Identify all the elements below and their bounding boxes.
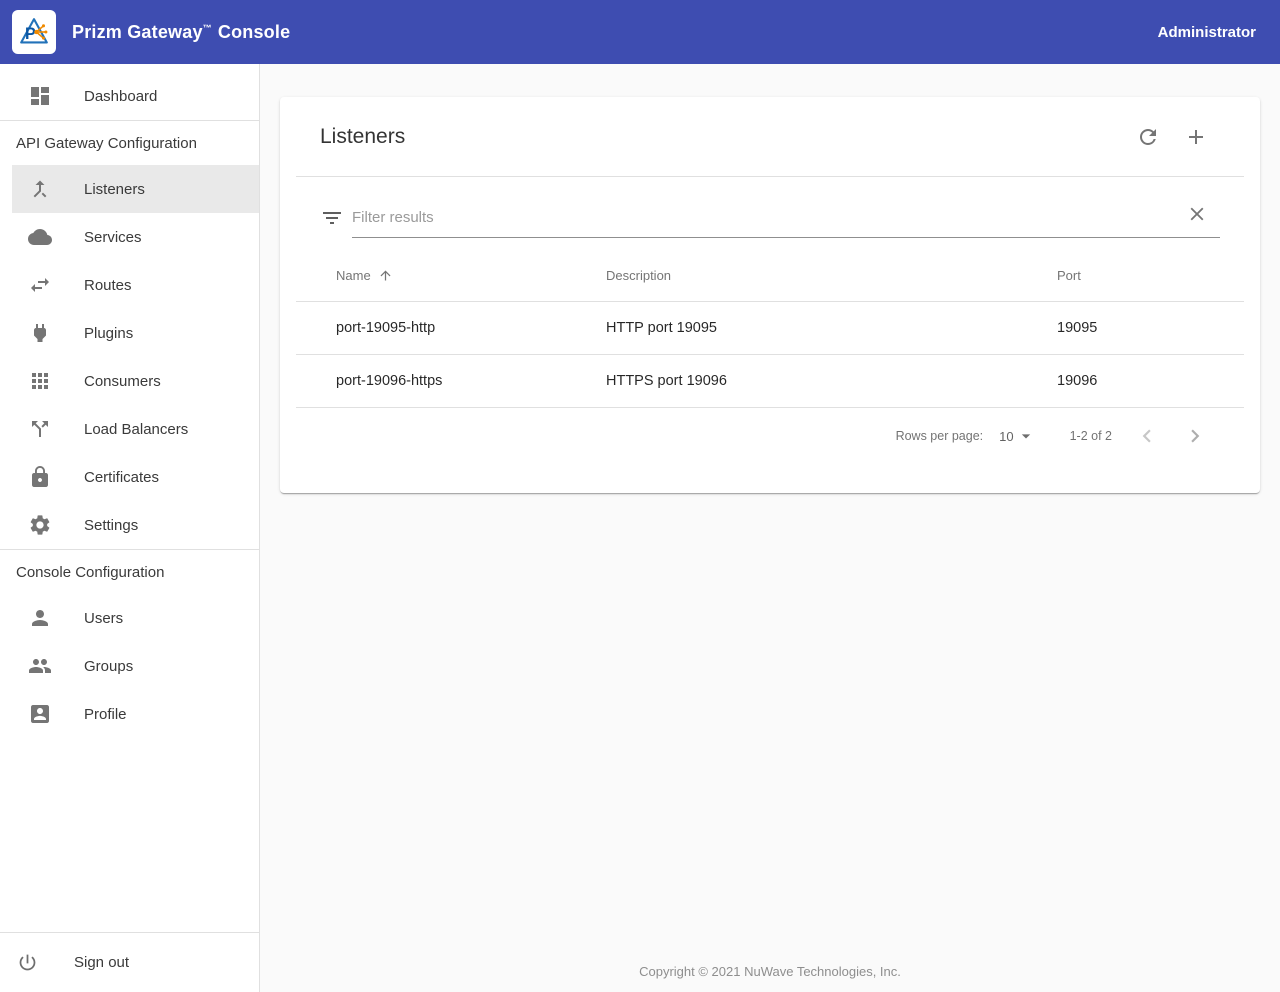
- filter-input[interactable]: [352, 202, 1178, 232]
- sidebar-item-services[interactable]: Services: [0, 213, 259, 261]
- merge-arrows-icon: [28, 177, 52, 201]
- cell-name: port-19095-http: [296, 320, 590, 336]
- chevron-right-icon[interactable]: [1182, 423, 1208, 449]
- app-header: P Prizm Gateway™Console Administrator: [0, 0, 1280, 64]
- rows-per-page-select[interactable]: 10: [999, 426, 1035, 446]
- sidebar-item-routes[interactable]: Routes: [0, 261, 259, 309]
- cell-port: 19095: [1041, 320, 1244, 336]
- cell-description: HTTPS port 19096: [590, 373, 1041, 389]
- call-split-icon: [28, 417, 52, 441]
- cloud-icon: [28, 225, 52, 249]
- chevron-left-icon[interactable]: [1134, 423, 1160, 449]
- sidebar-item-label: Dashboard: [84, 88, 157, 105]
- swap-horizontal-icon: [28, 273, 52, 297]
- table-row[interactable]: port-19096-https HTTPS port 19096 19096: [296, 355, 1244, 408]
- sidebar-item-groups[interactable]: Groups: [0, 642, 259, 690]
- sidebar: Dashboard API Gateway Configuration List…: [0, 64, 260, 992]
- sidebar-item-plugins[interactable]: Plugins: [0, 309, 259, 357]
- gear-icon: [28, 513, 52, 537]
- arrow-up-icon: [378, 268, 393, 283]
- section-api-gateway-configuration: API Gateway Configuration: [0, 121, 259, 165]
- app-title: Prizm Gateway™Console: [72, 22, 290, 43]
- cell-port: 19096: [1041, 373, 1244, 389]
- column-header-port[interactable]: Port: [1041, 268, 1244, 283]
- column-header-description[interactable]: Description: [590, 268, 1041, 283]
- dashboard-icon: [28, 84, 52, 108]
- column-header-name[interactable]: Name: [296, 268, 590, 283]
- table-header-row: Name Description Port: [296, 250, 1244, 302]
- sidebar-item-label: Certificates: [84, 469, 159, 486]
- sidebar-item-certificates[interactable]: Certificates: [0, 453, 259, 501]
- sidebar-item-label: Settings: [84, 517, 138, 534]
- sidebar-item-label: Load Balancers: [84, 421, 188, 438]
- person-icon: [28, 606, 52, 630]
- people-icon: [28, 654, 52, 678]
- sidebar-item-users[interactable]: Users: [0, 594, 259, 642]
- prizm-logo: P: [12, 10, 56, 54]
- user-menu[interactable]: Administrator: [1158, 24, 1256, 41]
- dropdown-arrow-icon: [1016, 426, 1036, 446]
- sidebar-item-label: Routes: [84, 277, 132, 294]
- grid-apps-icon: [28, 369, 52, 393]
- listeners-card: Listeners: [280, 97, 1260, 493]
- sidebar-item-label: Users: [84, 610, 123, 627]
- paginator: Rows per page: 10 1-2 of 2: [280, 408, 1260, 464]
- sidebar-item-consumers[interactable]: Consumers: [0, 357, 259, 405]
- sign-out-label: Sign out: [74, 954, 129, 971]
- section-console-configuration: Console Configuration: [0, 550, 259, 594]
- sidebar-item-dashboard[interactable]: Dashboard: [0, 72, 259, 120]
- sidebar-item-load-balancers[interactable]: Load Balancers: [0, 405, 259, 453]
- contact-card-icon: [28, 702, 52, 726]
- sidebar-item-label: Services: [84, 229, 142, 246]
- page-title: Listeners: [320, 125, 405, 149]
- power-icon: [17, 952, 38, 973]
- sign-out-button[interactable]: Sign out: [0, 932, 259, 992]
- add-listener-button[interactable]: [1184, 125, 1208, 149]
- sidebar-item-profile[interactable]: Profile: [0, 690, 259, 738]
- sidebar-item-label: Consumers: [84, 373, 161, 390]
- sidebar-item-label: Listeners: [84, 181, 145, 198]
- rows-per-page-value: 10: [999, 429, 1013, 444]
- rows-per-page-label: Rows per page:: [896, 429, 984, 443]
- sidebar-item-label: Groups: [84, 658, 133, 675]
- sidebar-item-label: Profile: [84, 706, 127, 723]
- table-row[interactable]: port-19095-http HTTP port 19095 19095: [296, 302, 1244, 355]
- plug-icon: [28, 321, 52, 345]
- filter-icon: [320, 206, 344, 230]
- cell-name: port-19096-https: [296, 373, 590, 389]
- refresh-button[interactable]: [1136, 125, 1160, 149]
- main-content: Listeners: [260, 64, 1280, 992]
- svg-text:P: P: [25, 25, 36, 43]
- sidebar-item-label: Plugins: [84, 325, 133, 342]
- cell-description: HTTP port 19095: [590, 320, 1041, 336]
- sidebar-item-listeners[interactable]: Listeners: [12, 165, 259, 213]
- card-divider: [296, 176, 1244, 177]
- lock-icon: [28, 465, 52, 489]
- sidebar-item-settings[interactable]: Settings: [0, 501, 259, 549]
- page-range-label: 1-2 of 2: [1070, 429, 1112, 443]
- close-icon[interactable]: [1186, 203, 1208, 225]
- listeners-table: Name Description Port port-19095-http HT…: [296, 250, 1244, 408]
- copyright-text: Copyright © 2021 NuWave Technologies, In…: [260, 964, 1280, 979]
